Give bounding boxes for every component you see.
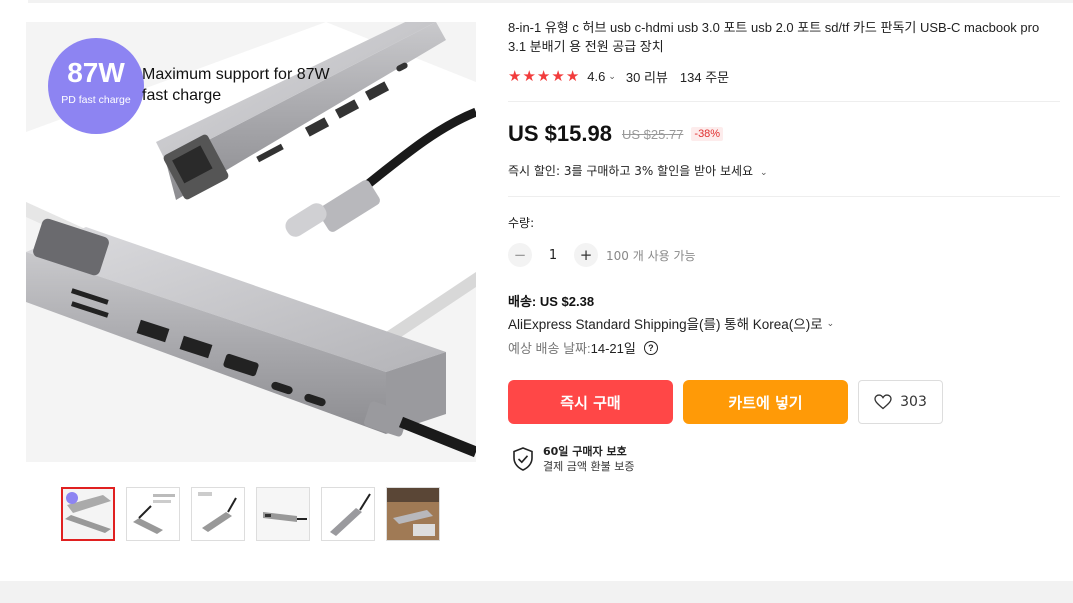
rating-stars: ★ ★ ★ ★ ★ [508,69,579,84]
chevron-down-icon[interactable]: ⌄ [608,71,616,82]
heart-icon [874,394,892,410]
divider [508,196,1060,197]
delivery-date-value: 14-21일 [590,341,636,356]
reviews-link[interactable]: 30 리뷰 [626,67,668,86]
protection-subtitle: 결제 금액 환불 보증 [543,460,635,473]
star-icon: ★ [565,68,580,85]
thumbnail-strip [61,487,440,541]
instant-discount[interactable]: 즉시 할인: 3를 구매하고 3% 할인을 받아 보세요 ⌄ [508,162,767,179]
shipping-method-text: AliExpress Standard Shipping을(를) 통해 Kore… [508,317,823,332]
increase-quantity-button[interactable]: + [574,243,598,267]
thumbnail-4[interactable] [256,487,310,541]
decrease-quantity-button[interactable]: − [508,243,532,267]
quantity-input[interactable]: 1 [532,248,574,263]
star-icon: ★ [522,68,536,85]
shipping-price: 배송: US $2.38 [508,294,595,309]
rating-value[interactable]: 4.6 [587,69,605,84]
wishlist-count: 303 [900,394,927,410]
quantity-available: 100 개 사용 가능 [606,248,696,263]
thumbnail-6[interactable] [386,487,440,541]
quantity-stepper: − 1 + 100 개 사용 가능 [508,243,696,267]
star-icon: ★ [551,68,565,85]
chevron-down-icon: ⌄ [826,317,835,328]
thumbnail-3[interactable] [191,487,245,541]
add-to-cart-button[interactable]: 카트에 넣기 [683,380,848,424]
wishlist-button[interactable]: 303 [858,380,943,424]
orders-count: 134 주문 [679,70,730,85]
shield-check-icon [513,447,533,471]
quantity-label: 수량: [508,216,535,230]
current-price: US $15.98 [508,121,612,146]
rating-row: ★ ★ ★ ★ ★ 4.6 ⌄ 30 리뷰 134 주문 [508,67,1060,86]
buyer-protection: 60일 구매자 보호 결제 금액 환불 보증 [512,444,634,474]
divider [508,101,1060,102]
thumbnail-2[interactable] [126,487,180,541]
product-info: 8-in-1 유형 c 허브 usb c-hdmi usb 3.0 포트 usb… [508,18,1060,86]
shipping-method[interactable]: AliExpress Standard Shipping을(를) 통해 Kore… [508,313,834,333]
protection-title: 60일 구매자 보호 [543,445,627,458]
product-title: 8-in-1 유형 c 허브 usb c-hdmi usb 3.0 포트 usb… [508,20,1040,54]
discount-badge: -38% [691,127,724,141]
price-row: US $15.98 US $25.77 -38% [508,121,724,147]
badge-value: 87W [67,57,125,88]
buy-now-button[interactable]: 즉시 구매 [508,380,673,424]
badge-sub: PD fast charge [61,94,131,106]
delivery-date: 예상 배송 날짜: 14-21일 ? [508,338,658,357]
thumbnail-5[interactable] [321,487,375,541]
bottom-band [0,581,1073,603]
star-icon: ★ [536,68,551,85]
delivery-date-label: 예상 배송 날짜: [508,341,591,356]
star-icon: ★ [508,68,522,85]
original-price: US $25.77 [621,126,684,142]
top-strip [28,0,1073,3]
help-icon[interactable]: ? [643,340,658,355]
instant-discount-text: 즉시 할인: 3를 구매하고 3% 할인을 받아 보세요 [508,164,754,178]
image-caption: Maximum support for 87W fast charge [142,66,330,104]
thumbnail-1[interactable] [61,487,115,541]
chevron-down-icon: ⌄ [759,168,768,178]
